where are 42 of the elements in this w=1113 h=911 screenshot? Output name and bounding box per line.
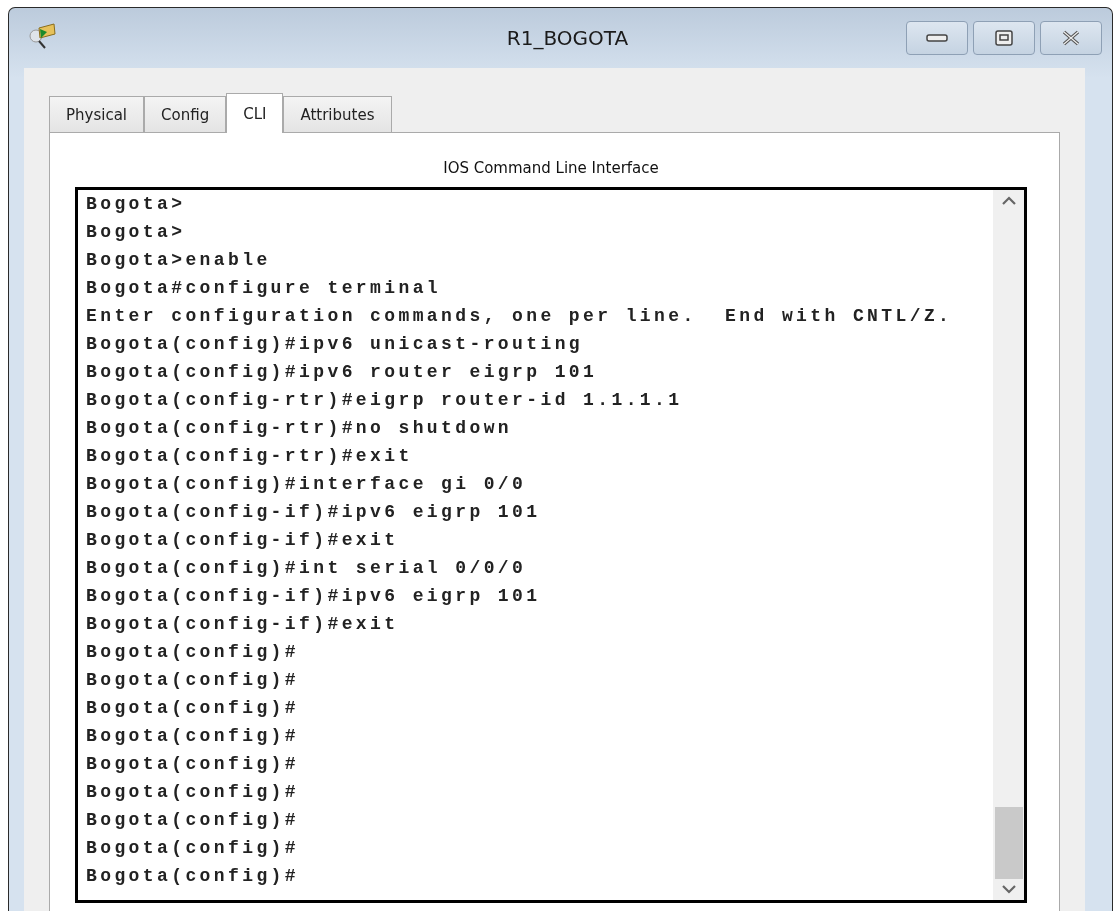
terminal-line: Bogota(config-if)#ipv6 eigrp 101	[86, 585, 542, 608]
tab[interactable]: Attributes	[283, 96, 392, 132]
close-button[interactable]	[1040, 21, 1102, 55]
terminal-line: Bogota(config-if)#exit	[86, 613, 400, 636]
terminal-line: Bogota(config)#	[86, 837, 301, 860]
terminal-line: Bogota(config-if)#ipv6 eigrp 101	[86, 501, 542, 524]
scroll-down-icon[interactable]	[1001, 885, 1016, 894]
minimize-icon	[926, 34, 948, 42]
scrollbar[interactable]	[993, 190, 1024, 900]
terminal-line: Bogota>	[86, 221, 187, 244]
terminal-line: Bogota(config)#	[86, 753, 301, 776]
minimize-button[interactable]	[906, 21, 968, 55]
terminal-console[interactable]	[75, 187, 1027, 903]
terminal-line: Bogota#configure terminal	[86, 277, 443, 300]
tab[interactable]: Config	[144, 96, 227, 132]
terminal-line: Bogota>	[86, 193, 187, 216]
terminal-line: Bogota(config)#	[86, 865, 301, 888]
scroll-up-icon[interactable]	[1001, 196, 1016, 205]
terminal-line: Bogota(config-rtr)#eigrp router-id 1.1.1.1	[86, 389, 684, 412]
terminal-line: Bogota(config)#	[86, 809, 301, 832]
terminal-line: Bogota(config)#int serial 0/0/0	[86, 557, 528, 580]
terminal-line: Bogota(config)#	[86, 725, 301, 748]
terminal-line: Bogota(config)#	[86, 669, 301, 692]
tab[interactable]: CLI	[226, 93, 284, 133]
terminal-line: Bogota(config)#	[86, 641, 301, 664]
panel-title: IOS Command Line Interface	[442, 158, 660, 179]
terminal-line: Bogota(config-rtr)#exit	[86, 445, 414, 468]
terminal-line: Bogota>enable	[86, 249, 272, 272]
scrollbar-thumb[interactable]	[994, 807, 1023, 879]
terminal-line: Bogota(config)#ipv6 unicast-routing	[86, 333, 585, 356]
terminal-line: Bogota(config-if)#exit	[86, 529, 400, 552]
terminal-line: Bogota(config)#	[86, 697, 301, 720]
maximize-button[interactable]	[973, 21, 1035, 55]
close-icon	[1061, 30, 1081, 46]
terminal-line: Bogota(config-rtr)#no shutdown	[86, 417, 514, 440]
maximize-icon	[995, 30, 1013, 46]
terminal-line: Bogota(config)#interface gi 0/0	[86, 473, 528, 496]
terminal-line: Bogota(config)#ipv6 router eigrp 101	[86, 361, 599, 384]
terminal-line: Enter configuration commands, one per line. End with CNTL/Z.	[86, 305, 954, 328]
terminal-line: Bogota(config)#	[86, 781, 301, 804]
tab[interactable]: Physical	[49, 96, 145, 132]
window-title: R1_BOGOTA	[505, 26, 630, 50]
